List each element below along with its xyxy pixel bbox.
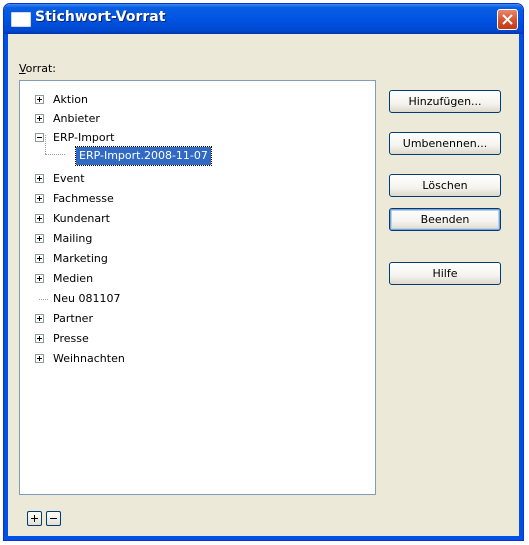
plus-icon[interactable] — [35, 314, 44, 323]
plus-icon[interactable] — [35, 274, 44, 283]
expand-all-button[interactable] — [27, 511, 42, 526]
tree-item-label: Anbieter — [53, 112, 100, 125]
plus-icon[interactable] — [35, 114, 44, 123]
tree-item-label: Partner — [53, 312, 93, 325]
tree-connector — [45, 135, 46, 154]
plus-icon[interactable] — [35, 95, 44, 104]
tree-item-label: ERP-Import — [53, 131, 115, 144]
tree-item-label: Kundenart — [53, 212, 110, 225]
add-button[interactable]: Hinzufügen... — [389, 90, 501, 113]
window-border-bottom — [4, 536, 523, 540]
tree-item-label: Neu 081107 — [53, 292, 121, 305]
keyword-tree[interactable]: Aktion Anbieter ERP-Import ERP-Import.20… — [19, 80, 376, 495]
collapse-all-button[interactable] — [46, 511, 61, 526]
close-button[interactable] — [497, 9, 518, 30]
tree-connector — [39, 299, 48, 300]
vorrat-label: Vorrat: — [19, 62, 57, 75]
delete-button[interactable]: Löschen — [389, 174, 501, 197]
plus-icon[interactable] — [35, 334, 44, 343]
plus-icon[interactable] — [35, 194, 44, 203]
tree-item-label-selected: ERP-Import.2008-11-07 — [75, 146, 212, 166]
close-dialog-button[interactable]: Beenden — [389, 208, 501, 231]
plus-icon[interactable] — [35, 174, 44, 183]
window-icon — [11, 12, 31, 27]
window-title: Stichwort-Vorrat — [35, 9, 166, 25]
close-icon — [502, 14, 513, 25]
plus-icon[interactable] — [35, 234, 44, 243]
tree-item-label: Presse — [53, 332, 89, 345]
tree-item-label: Fachmesse — [53, 192, 114, 205]
tree-connector — [45, 154, 65, 155]
title-bar[interactable]: Stichwort-Vorrat — [4, 4, 523, 34]
plus-icon[interactable] — [35, 214, 44, 223]
help-button[interactable]: Hilfe — [389, 262, 501, 285]
window-border-left — [4, 34, 8, 540]
tree-item-label: Weihnachten — [53, 352, 125, 365]
rename-button[interactable]: Umbenennen... — [389, 132, 501, 155]
plus-icon[interactable] — [35, 254, 44, 263]
tree-item-label: Aktion — [53, 93, 88, 106]
minus-icon[interactable] — [35, 133, 44, 142]
tree-item-label: Marketing — [53, 252, 108, 265]
tree-item-label: Mailing — [53, 232, 93, 245]
tree-item-label: Medien — [53, 272, 94, 285]
tree-item-label: Event — [53, 172, 85, 185]
plus-icon[interactable] — [35, 354, 44, 363]
window-border-right — [519, 34, 523, 540]
